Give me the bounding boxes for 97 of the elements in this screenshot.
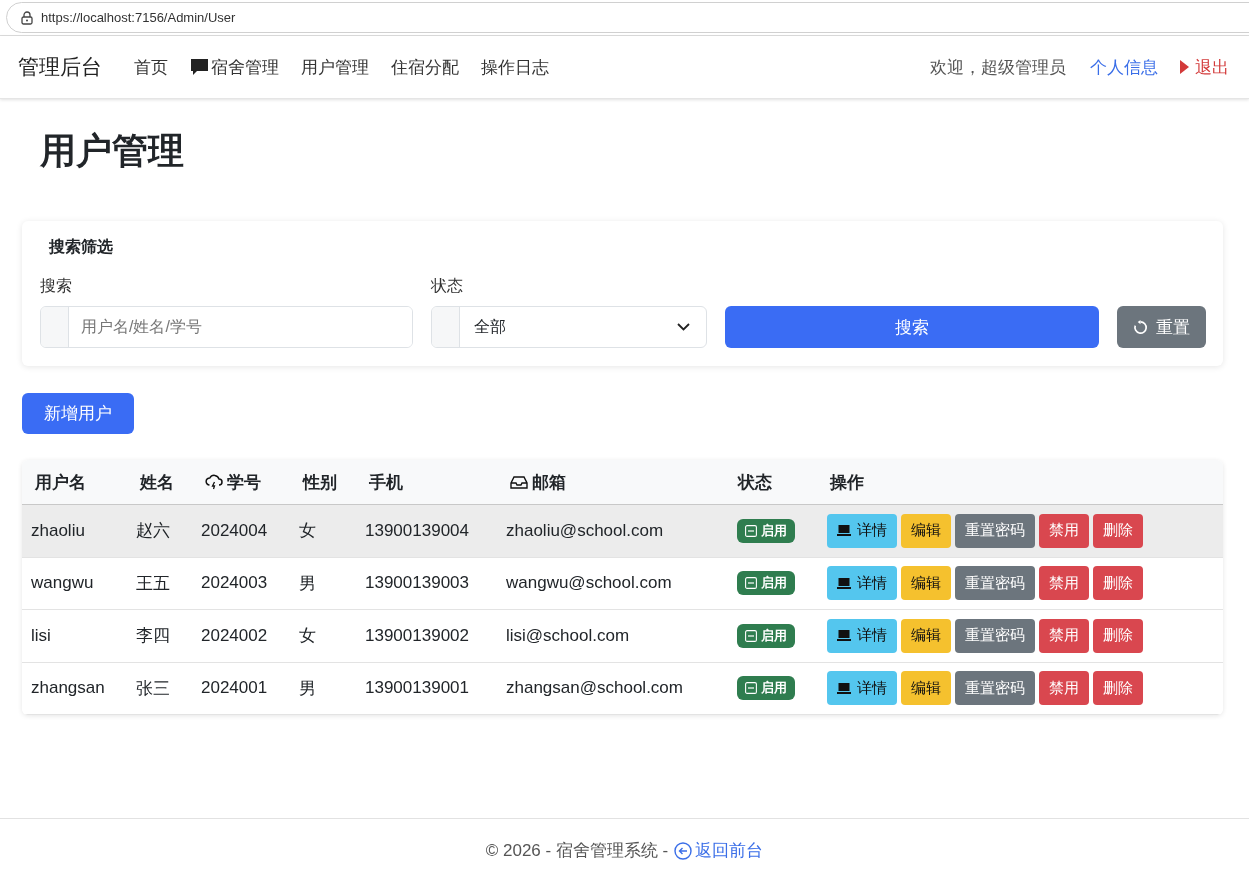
nav-link[interactable]: 宿舍管理	[190, 55, 279, 79]
laptop-icon	[837, 525, 851, 537]
table-cell-text: 2024004	[200, 520, 269, 541]
back-link[interactable]: 返回前台	[674, 839, 764, 862]
table-cell-text: wangwu	[30, 573, 95, 594]
action-button[interactable]: 删除	[1093, 566, 1143, 601]
field-label: 状态	[431, 276, 465, 296]
column-header: 手机	[368, 471, 404, 494]
laptop-icon	[837, 577, 851, 589]
table-cell-text: 男	[298, 572, 317, 595]
footer-text: © 2026 - 宿舍管理系统 -	[485, 840, 669, 862]
table-cell-text: 13900139004	[364, 520, 470, 541]
laptop-icon	[837, 682, 851, 694]
arrow-left-circle-icon	[674, 841, 693, 860]
status-badge: 启用	[737, 623, 795, 648]
toggle-icon	[745, 682, 757, 695]
toggle-icon	[745, 577, 757, 590]
column-header: 状态	[736, 471, 773, 494]
action-button[interactable]: 禁用	[1039, 566, 1089, 601]
status-badge: 启用	[737, 676, 795, 701]
table-cell-text: 2024003	[200, 573, 269, 594]
action-button[interactable]: 重置密码	[955, 513, 1035, 548]
table-cell-text: 女	[298, 520, 317, 543]
toggle-icon	[745, 524, 757, 537]
action-button[interactable]: 删除	[1093, 671, 1143, 706]
table-cell-text: 2024002	[200, 625, 269, 646]
column-header: 用户名	[34, 471, 87, 494]
action-button[interactable]: 编辑	[901, 618, 951, 653]
status-badge: 启用	[737, 518, 795, 543]
nav-link[interactable]: 住宿分配	[391, 55, 459, 79]
action-button[interactable]: 禁用	[1039, 671, 1089, 706]
table-cell-text: zhangsan@school.com	[505, 678, 684, 699]
action-button[interactable]: 详情	[827, 618, 897, 653]
laptop-icon	[837, 630, 851, 642]
table-cell-text: wangwu@school.com	[505, 573, 673, 594]
action-button[interactable]: 编辑	[901, 513, 951, 548]
table-row[interactable]: zhangsan 张三 2024001 男 13900139001 zhangsan@school.com 启用 详情 编辑 重置密码 禁用 删除	[22, 662, 1223, 715]
action-button[interactable]: 重置密码	[955, 671, 1035, 706]
table-cell-text: 李四	[135, 625, 171, 648]
logout-link[interactable]: 退出	[1180, 55, 1229, 79]
nav-link[interactable]: 首页	[134, 55, 168, 79]
column-header: 性别	[301, 471, 338, 494]
table-cell-text: lisi@school.com	[505, 625, 631, 646]
table-row[interactable]: lisi 李四 2024002 女 13900139002 lisi@school.com 启用 详情 编辑 重置密码 禁用 删除	[22, 610, 1223, 663]
column-header: 姓名	[138, 471, 175, 494]
table-cell-text: zhaoliu@school.com	[505, 520, 665, 541]
profile-link[interactable]: 个人信息	[1090, 55, 1158, 79]
card-title: 搜索筛选	[49, 237, 114, 257]
table-row[interactable]: wangwu 王五 2024003 男 13900139003 wangwu@school.com 启用 详情 编辑 重置密码 禁用 删除	[22, 557, 1223, 610]
table-cell-text: 13900139001	[364, 678, 470, 699]
action-button[interactable]: 删除	[1093, 618, 1143, 653]
column-header: 邮箱	[497, 470, 725, 494]
action-button[interactable]: 删除	[1093, 513, 1143, 548]
action-button[interactable]: 重置密码	[955, 566, 1035, 601]
nav-link[interactable]: 用户管理	[301, 55, 369, 79]
search-button[interactable]: 搜索	[724, 306, 1099, 348]
column-header: 操作	[828, 471, 865, 494]
welcome-text: 欢迎，超级管理员	[930, 56, 1066, 79]
table-cell-text: 王五	[135, 572, 171, 595]
reset-button[interactable]: 重置	[1116, 306, 1206, 348]
toggle-icon	[745, 629, 757, 642]
brand-title[interactable]: 管理后台	[18, 53, 102, 81]
action-button[interactable]: 详情	[827, 671, 897, 706]
refresh-icon	[1132, 319, 1148, 335]
table-row[interactable]: zhaoliu 赵六 2024004 女 13900139004 zhaoliu@school.com 启用 详情 编辑 重置密码 禁用 删除	[22, 505, 1223, 558]
table-cell-text: 男	[298, 677, 317, 700]
page-title: 用户管理	[40, 129, 185, 173]
table-cell-text: 张三	[135, 677, 171, 700]
chevron-down-icon	[676, 323, 690, 331]
column-header: 学号	[192, 470, 290, 494]
table-cell-text: 2024001	[200, 678, 269, 699]
table-cell-text: 13900139003	[364, 573, 470, 594]
action-button[interactable]: 编辑	[901, 566, 951, 601]
action-button[interactable]: 重置密码	[955, 618, 1035, 653]
table-cell-text: lisi	[30, 625, 52, 646]
status-select[interactable]: 全部	[431, 306, 707, 348]
action-button[interactable]: 详情	[827, 513, 897, 548]
nav-link[interactable]: 操作日志	[481, 55, 549, 79]
add-user-button[interactable]: 新增用户	[22, 393, 134, 434]
table-cell-text: 女	[298, 625, 317, 648]
table-cell-text: zhaoliu	[30, 520, 86, 541]
lock-icon	[21, 10, 33, 25]
search-field[interactable]: 用户名/姓名/学号	[40, 306, 414, 348]
action-button[interactable]: 详情	[827, 566, 897, 601]
cloud-icon	[205, 474, 223, 490]
table-cell-text: 赵六	[135, 520, 171, 543]
table-cell-text: zhangsan	[30, 678, 106, 699]
url-text: https://localhost:7156/Admin/User	[41, 10, 236, 25]
action-button[interactable]: 禁用	[1039, 513, 1089, 548]
action-button[interactable]: 编辑	[901, 671, 951, 706]
play-icon	[1180, 60, 1189, 74]
action-button[interactable]: 禁用	[1039, 618, 1089, 653]
status-badge: 启用	[737, 571, 795, 596]
table-cell-text: 13900139002	[364, 625, 470, 646]
field-label: 搜索	[40, 276, 73, 296]
chat-icon	[190, 58, 209, 76]
inbox-icon	[510, 475, 528, 489]
